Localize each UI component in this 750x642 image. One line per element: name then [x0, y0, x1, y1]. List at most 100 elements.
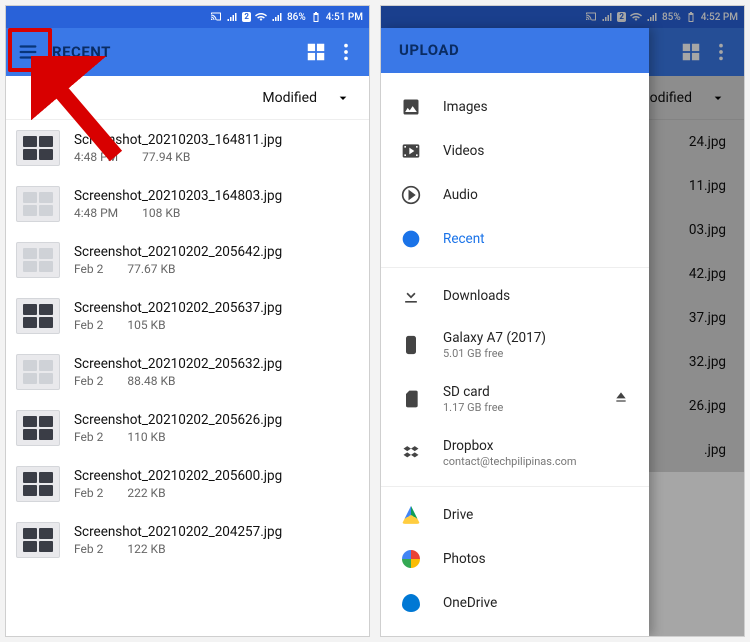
- file-size: 77.94 KB: [142, 150, 190, 164]
- file-info: Screenshot_20210202_204257.jpg Feb 2 122…: [74, 524, 355, 556]
- file-row[interactable]: Screenshot_20210202_205642.jpg Feb 2 77.…: [6, 232, 369, 288]
- wifi-icon: [255, 11, 267, 23]
- drawer-item-sub: 1.17 GB free: [443, 401, 591, 414]
- file-name: Screenshot_20210202_205626.jpg: [74, 412, 355, 428]
- navigation-drawer: UPLOAD Images Videos Audio Recent: [381, 28, 649, 636]
- drawer-item-label: Downloads: [443, 288, 629, 304]
- signal-icon: [601, 11, 613, 23]
- file-time: Feb 2: [74, 262, 103, 276]
- drawer-item-dropbox[interactable]: Dropbox contact@techpilipinas.com: [381, 426, 649, 480]
- sim-badge: 2: [617, 12, 626, 22]
- file-row[interactable]: Screenshot_20210203_164803.jpg 4:48 PM 1…: [6, 176, 369, 232]
- file-row[interactable]: Screenshot_20210202_204257.jpg Feb 2 122…: [6, 512, 369, 568]
- file-time: Feb 2: [74, 486, 103, 500]
- file-thumbnail: [16, 410, 60, 446]
- menu-button[interactable]: [6, 30, 50, 74]
- grid-view-icon[interactable]: [305, 41, 327, 63]
- file-row[interactable]: Screenshot_20210203_164811.jpg 4:48 PM 7…: [6, 120, 369, 176]
- file-size: 88.48 KB: [127, 374, 175, 388]
- onedrive-icon: [401, 593, 421, 613]
- sort-bar[interactable]: Modified: [6, 76, 369, 120]
- file-row[interactable]: Screenshot_20210202_205632.jpg Feb 2 88.…: [6, 344, 369, 400]
- drawer-item-label: OneDrive: [443, 595, 629, 611]
- drawer-item-label: Drive: [443, 507, 629, 523]
- file-row[interactable]: Screenshot_20210202_205600.jpg Feb 2 222…: [6, 456, 369, 512]
- drawer-item-drive[interactable]: Drive: [381, 493, 649, 537]
- battery-pct: 86%: [287, 12, 306, 23]
- chevron-down-icon: [335, 90, 351, 106]
- file-name-tail: 32.jpg: [689, 354, 726, 370]
- page-title: RECENT: [50, 43, 305, 61]
- recent-icon: [401, 229, 421, 249]
- drawer-item-sound[interactable]: Sound picker: [381, 625, 649, 636]
- file-name: Screenshot_20210203_164803.jpg: [74, 188, 355, 204]
- file-time: 4:48 PM: [74, 150, 118, 164]
- file-name-tail: 03.jpg: [689, 222, 726, 238]
- drawer-item-device[interactable]: Galaxy A7 (2017) 5.01 GB free: [381, 318, 649, 372]
- battery-icon: [685, 11, 697, 23]
- drawer-item-downloads[interactable]: Downloads: [381, 274, 649, 318]
- file-info: Screenshot_20210203_164811.jpg 4:48 PM 7…: [74, 132, 355, 164]
- cast-icon: [210, 11, 222, 23]
- file-name-tail: 42.jpg: [689, 266, 726, 282]
- drawer-item-images[interactable]: Images: [381, 85, 649, 129]
- battery-pct: 85%: [662, 12, 681, 23]
- file-info: Screenshot_20210202_205626.jpg Feb 2 110…: [74, 412, 355, 444]
- file-size: 77.67 KB: [127, 262, 175, 276]
- file-time: Feb 2: [74, 318, 103, 332]
- file-size: 222 KB: [127, 486, 165, 500]
- appbar: RECENT: [6, 28, 369, 76]
- drawer-item-sub: contact@techpilipinas.com: [443, 455, 629, 468]
- overflow-icon: [710, 41, 732, 63]
- file-list: Screenshot_20210203_164811.jpg 4:48 PM 7…: [6, 120, 369, 568]
- drawer-item-sdcard[interactable]: SD card 1.17 GB free: [381, 372, 649, 426]
- signal2-icon: [271, 11, 283, 23]
- sdcard-icon: [401, 389, 421, 409]
- audio-icon: [401, 185, 421, 205]
- file-info: Screenshot_20210203_164803.jpg 4:48 PM 1…: [74, 188, 355, 220]
- overflow-icon[interactable]: [335, 41, 357, 63]
- file-row[interactable]: Screenshot_20210202_205626.jpg Feb 2 110…: [6, 400, 369, 456]
- file-name-tail: 37.jpg: [689, 310, 726, 326]
- eject-button[interactable]: [613, 389, 629, 409]
- file-thumbnail: [16, 522, 60, 558]
- drawer-item-label: Galaxy A7 (2017) 5.01 GB free: [443, 330, 629, 360]
- file-row[interactable]: Screenshot_20210202_205637.jpg Feb 2 105…: [6, 288, 369, 344]
- sim-badge: 2: [242, 12, 251, 22]
- drawer-item-onedrive[interactable]: OneDrive: [381, 581, 649, 625]
- file-size: 122 KB: [127, 542, 165, 556]
- file-name-tail: 24.jpg: [689, 134, 726, 150]
- downloads-icon: [401, 286, 421, 306]
- clock: 4:51 PM: [326, 12, 363, 23]
- file-name: Screenshot_20210203_164811.jpg: [74, 132, 355, 148]
- file-time: Feb 2: [74, 542, 103, 556]
- file-time: Feb 2: [74, 374, 103, 388]
- drawer-item-label: SD card 1.17 GB free: [443, 384, 591, 414]
- file-info: Screenshot_20210202_205632.jpg Feb 2 88.…: [74, 356, 355, 388]
- file-thumbnail: [16, 466, 60, 502]
- drawer-item-videos[interactable]: Videos: [381, 129, 649, 173]
- battery-icon: [310, 11, 322, 23]
- drawer-item-label: Photos: [443, 551, 629, 567]
- signal-icon: [226, 11, 238, 23]
- device-icon: [401, 335, 421, 355]
- file-thumbnail: [16, 354, 60, 390]
- file-name: Screenshot_20210202_204257.jpg: [74, 524, 355, 540]
- drawer-item-sub: 5.01 GB free: [443, 347, 629, 360]
- sort-label: Modified: [262, 90, 317, 106]
- signal2-icon: [646, 11, 658, 23]
- file-thumbnail: [16, 186, 60, 222]
- file-time: 4:48 PM: [74, 206, 118, 220]
- file-info: Screenshot_20210202_205637.jpg Feb 2 105…: [74, 300, 355, 332]
- phone-right: 2 85% 4:52 PM Modified 24.jpg11.jpg03.jp…: [380, 5, 745, 637]
- drawer-item-recent[interactable]: Recent: [381, 217, 649, 261]
- hamburger-icon: [17, 41, 39, 63]
- clock: 4:52 PM: [701, 12, 738, 23]
- drawer-item-audio[interactable]: Audio: [381, 173, 649, 217]
- file-name-tail: 26.jpg: [689, 398, 726, 414]
- drawer-item-label: Dropbox contact@techpilipinas.com: [443, 438, 629, 468]
- file-name: Screenshot_20210202_205600.jpg: [74, 468, 355, 484]
- file-time: Feb 2: [74, 430, 103, 444]
- file-thumbnail: [16, 298, 60, 334]
- drawer-item-photos[interactable]: Photos: [381, 537, 649, 581]
